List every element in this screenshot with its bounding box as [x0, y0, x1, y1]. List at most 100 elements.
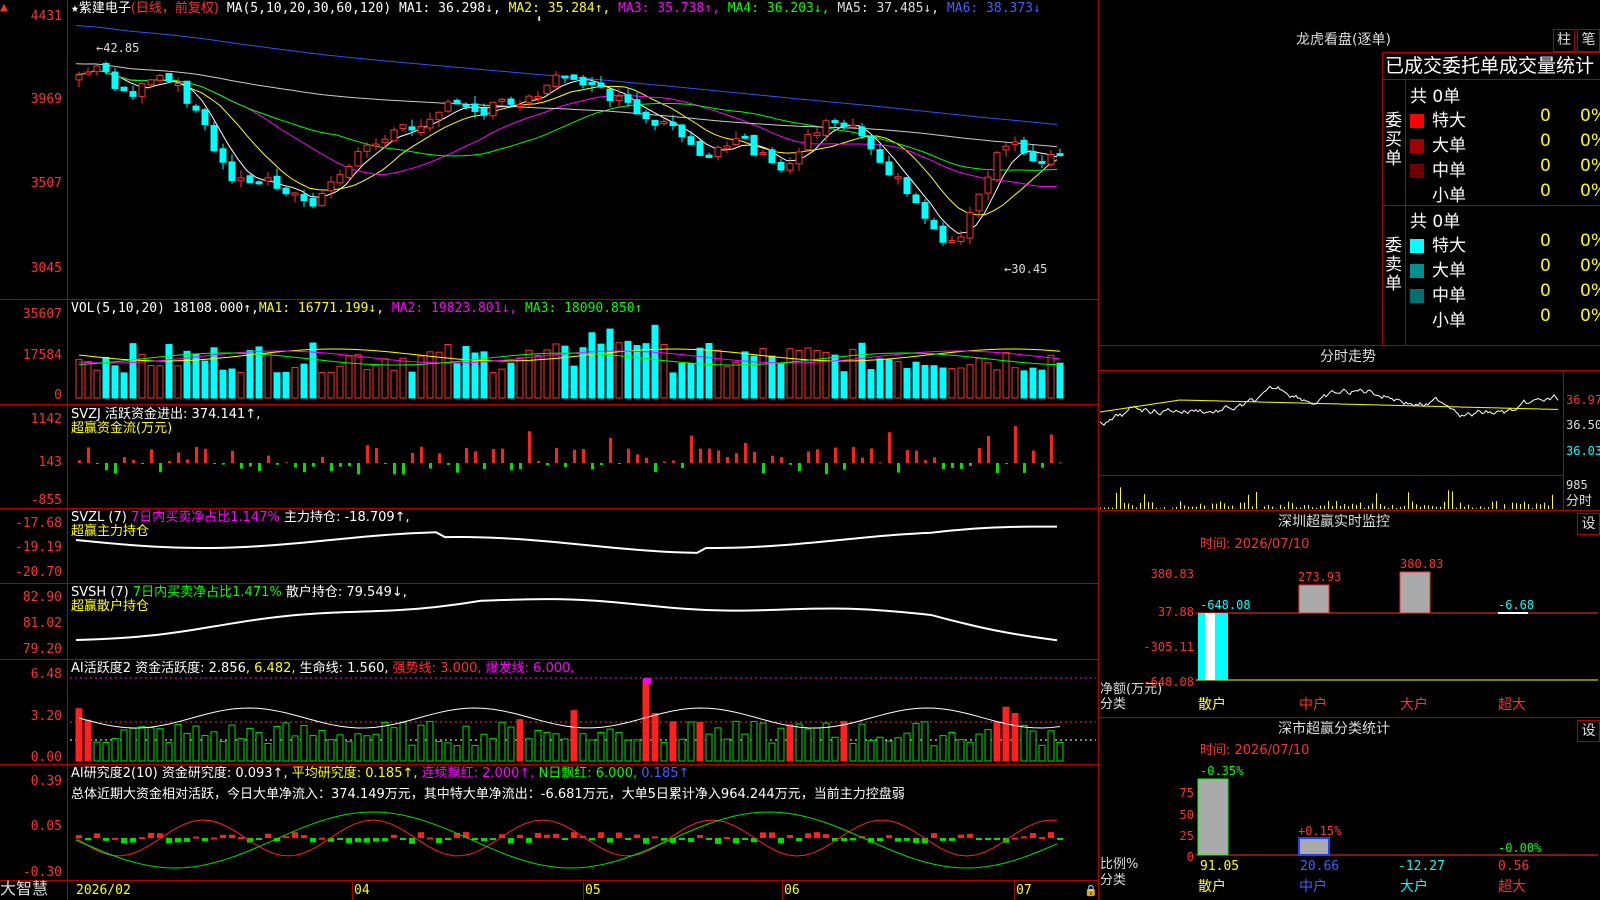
intraday-vol-bar: [1164, 507, 1165, 509]
volume-bar: [831, 354, 839, 399]
flow-bar: [150, 449, 153, 463]
research-bar: [949, 838, 955, 841]
candle-body: [282, 187, 290, 195]
activity-bar: [507, 726, 515, 762]
intraday-vol-bar: [1468, 504, 1469, 509]
class-axis-1: 75: [1179, 786, 1194, 800]
date-tick-07: [1014, 880, 1015, 900]
intraday-vol-bar: [1104, 507, 1105, 509]
ai-research-summary: 总体近期大资金相对活跃，今日大单净流入：374.149万元，其中特大单净流出：-…: [71, 787, 905, 802]
tick-mode-button[interactable]: 笔: [1577, 29, 1600, 52]
volume-bar: [1029, 367, 1037, 399]
row-name: 小单: [1432, 311, 1466, 331]
activity-bar: [444, 742, 452, 762]
intraday-vol-bar: [1528, 504, 1529, 509]
activity-bar: [201, 735, 209, 762]
intraday-vol-bar: [1372, 503, 1373, 509]
research-bar: [202, 838, 208, 842]
monitor-settings-button[interactable]: 设: [1577, 513, 1600, 535]
intraday-vol-bar: [1264, 506, 1265, 509]
main-hold-line: [75, 525, 1058, 554]
class-settings-button[interactable]: 设: [1577, 720, 1600, 742]
candle-body: [957, 236, 965, 242]
activity-bar: [408, 744, 416, 762]
flow-bar: [609, 437, 612, 463]
activity-bar: [732, 720, 740, 762]
row-count: 0: [1540, 181, 1551, 201]
flow-bar: [618, 463, 621, 464]
research-bar: [787, 834, 793, 838]
volume-bar: [120, 372, 128, 399]
ai-research-t1: 资金研究度: 0.093↑,: [161, 766, 288, 781]
candle-body: [210, 125, 218, 152]
lock-icon[interactable]: 🔒: [1084, 884, 1098, 897]
main-chart-right-border: [1098, 0, 1099, 900]
row-pct: 0%: [1580, 181, 1600, 201]
date-label-4: 06: [784, 883, 800, 898]
flow-bar: [474, 451, 477, 463]
candle-body: [642, 111, 650, 120]
activity-bar: [426, 721, 434, 762]
ai-active-t3: 生命线: 1.560,: [299, 661, 389, 676]
activity-bar: [480, 733, 488, 762]
flow-bar: [834, 447, 837, 463]
flow-bar: [141, 463, 144, 464]
activity-bar: [912, 722, 920, 762]
intraday-vol-bar: [1484, 507, 1485, 509]
flow-bar: [492, 449, 495, 463]
monitor-axis-2: 37.88: [1157, 605, 1194, 619]
research-bar: [931, 833, 937, 838]
candle-body: [498, 98, 506, 102]
research-bar: [301, 835, 307, 838]
flow-bar: [231, 450, 234, 463]
activity-bar: [210, 731, 218, 762]
intraday-button[interactable]: 分时: [1566, 494, 1592, 509]
research-bar: [382, 838, 388, 842]
activity-bar: [282, 722, 290, 762]
volume-bar: [1038, 369, 1046, 399]
activity-bar: [219, 740, 227, 762]
candle-body: [1002, 145, 1010, 151]
candle-body: [687, 136, 695, 145]
volume-bar: [156, 365, 164, 399]
candle-body: [75, 74, 83, 81]
intraday-vol-bar: [1476, 508, 1477, 509]
bar-mode-button[interactable]: 柱: [1553, 29, 1575, 52]
flow-bar: [780, 457, 783, 463]
activity-bar: [975, 733, 983, 762]
flow-bar: [852, 447, 855, 463]
flow-bar: [528, 431, 531, 463]
buy-order-label: 委买单: [1385, 111, 1402, 169]
intraday-vol-bar: [1396, 507, 1397, 509]
activity-bar: [534, 730, 542, 762]
research-bar: [193, 836, 199, 839]
research-bar: [823, 834, 829, 838]
class-cat-2: 中户: [1299, 879, 1327, 895]
flow-bar: [393, 463, 396, 475]
stock-name[interactable]: 紫建电子: [79, 1, 131, 16]
candle-body: [453, 99, 461, 105]
volume-bar: [363, 368, 371, 399]
volume-bar: [912, 361, 920, 399]
candle-body: [363, 144, 371, 152]
monitor-bar-retail: [1198, 613, 1228, 680]
candle-body: [327, 181, 335, 192]
flow-bar: [240, 463, 243, 469]
flow-bar: [249, 463, 252, 467]
volume-bar: [318, 372, 326, 399]
candle-body: [840, 122, 848, 127]
row-count: 0: [1540, 231, 1551, 251]
flow-bar: [816, 449, 819, 463]
flow-bar: [501, 448, 504, 463]
intraday-vol-bar: [1344, 504, 1345, 509]
activity-bar: [471, 744, 479, 762]
flow-bar: [690, 435, 693, 463]
candle-body: [768, 149, 776, 164]
intraday-vol-bar: [1464, 506, 1465, 509]
retail-hold-line: [75, 598, 1058, 642]
svsh-ratio: 7日内买卖净占比1.471%: [132, 585, 282, 600]
main-chart-canvas[interactable]: [0, 0, 1098, 900]
intraday-vol-bar: [1144, 494, 1145, 509]
volume-bar: [1047, 354, 1055, 399]
class-axis-3: 25: [1179, 829, 1194, 843]
